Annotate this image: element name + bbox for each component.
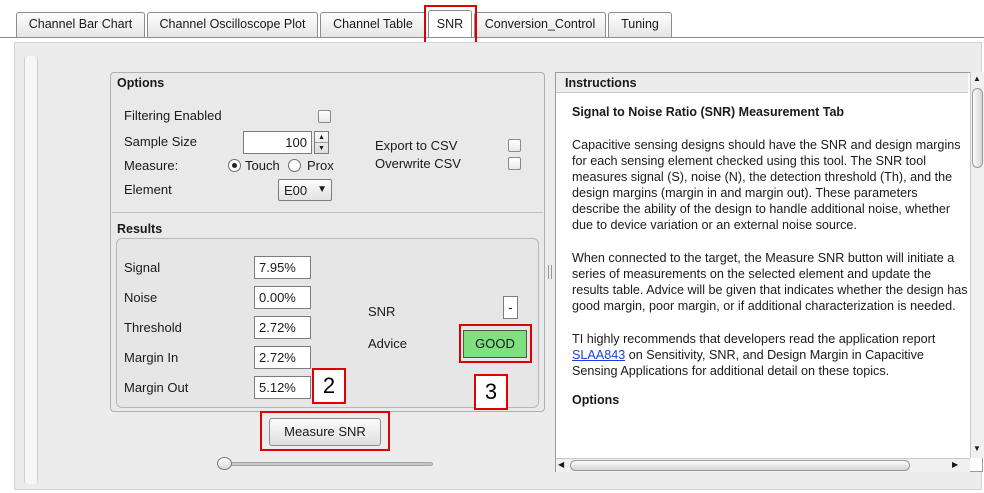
snr-value: - <box>503 296 518 319</box>
threshold-value: 2.72% <box>254 316 311 339</box>
measure-touch-radio[interactable] <box>228 159 241 172</box>
tab-conversion-control[interactable]: Conversion_Control <box>474 12 606 37</box>
instructions-options-heading: Options <box>572 393 620 407</box>
callout-box-measure <box>260 411 390 451</box>
export-csv-checkbox[interactable] <box>508 139 521 152</box>
instructions-header: Instructions <box>556 73 968 93</box>
instructions-content: Signal to Noise Ratio (SNR) Measurement … <box>572 105 968 407</box>
instructions-horizontal-scrollbar[interactable]: ◀ ▶ <box>556 458 970 472</box>
scroll-down-icon[interactable]: ▼ <box>973 444 981 453</box>
spinner-up-icon[interactable]: ▲ <box>315 132 328 143</box>
tab-channel-bar-chart[interactable]: Channel Bar Chart <box>16 12 145 37</box>
measure-prox-radio[interactable] <box>288 159 301 172</box>
margin-in-value: 2.72% <box>254 346 311 369</box>
chevron-down-icon: ▼ <box>317 184 327 195</box>
splitter-grip-icon <box>548 265 552 279</box>
sample-size-label: Sample Size <box>124 134 197 149</box>
advice-label: Advice <box>368 336 408 351</box>
options-results-divider <box>112 212 543 213</box>
left-splitter[interactable] <box>24 56 38 484</box>
slider-thumb[interactable] <box>217 457 232 470</box>
callout-box-snr-tab <box>424 5 477 45</box>
instructions-title: Instructions <box>565 76 637 90</box>
overwrite-csv-label: Overwrite CSV <box>375 156 461 171</box>
noise-value: 0.00% <box>254 286 311 309</box>
callout-number-2: 2 <box>312 368 346 404</box>
measure-touch-label: Touch <box>245 158 280 173</box>
spinner-down-icon[interactable]: ▼ <box>315 143 328 154</box>
signal-label: Signal <box>124 260 161 275</box>
margin-out-label: Margin Out <box>124 380 189 395</box>
sample-size-spinner[interactable]: ▲ ▼ <box>314 131 329 154</box>
tab-bar: Channel Bar Chart Channel Oscilloscope P… <box>0 0 984 40</box>
callout-number-3: 3 <box>474 374 508 410</box>
scroll-up-icon[interactable]: ▲ <box>973 74 981 83</box>
filtering-enabled-checkbox[interactable] <box>318 110 331 123</box>
options-title: Options <box>117 76 165 90</box>
instructions-panel: Instructions Signal to Noise Ratio (SNR)… <box>555 72 983 472</box>
scroll-left-icon[interactable]: ◀ <box>558 460 564 469</box>
instructions-paragraph-3-intro: TI highly recommends that developers rea… <box>572 332 936 346</box>
instructions-vertical-scrollbar[interactable]: ▲ ▼ <box>970 72 984 458</box>
element-dropdown[interactable]: E00 ▼ <box>278 179 332 201</box>
instructions-paragraph-3-rest: on Sensitivity, SNR, and Design Margin i… <box>572 348 924 378</box>
horizontal-scroll-thumb[interactable] <box>570 460 910 471</box>
margin-out-value: 5.12% <box>254 376 311 399</box>
instructions-paragraph-2: When connected to the target, the Measur… <box>572 251 968 313</box>
results-title: Results <box>117 222 163 236</box>
tab-divider <box>0 37 984 38</box>
slaa843-link[interactable]: SLAA843 <box>572 348 625 362</box>
export-csv-label: Export to CSV <box>375 138 458 153</box>
margin-in-label: Margin In <box>124 350 179 365</box>
sample-size-input[interactable]: 100 <box>243 131 312 154</box>
callout-box-advice <box>459 324 532 363</box>
measure-label: Measure: <box>124 158 179 173</box>
filtering-enabled-label: Filtering Enabled <box>124 108 222 123</box>
vertical-scroll-thumb[interactable] <box>972 88 983 168</box>
threshold-label: Threshold <box>124 320 182 335</box>
pane-splitter[interactable] <box>547 72 553 472</box>
measure-prox-label: Prox <box>307 158 334 173</box>
scroll-right-icon[interactable]: ▶ <box>952 460 958 469</box>
slider-track[interactable] <box>220 462 433 466</box>
instructions-paragraph-1: Capacitive sensing designs should have t… <box>572 138 961 232</box>
tab-channel-table[interactable]: Channel Table <box>320 12 426 37</box>
tab-tuning[interactable]: Tuning <box>608 12 672 37</box>
element-dropdown-value: E00 <box>284 183 308 198</box>
instructions-heading: Signal to Noise Ratio (SNR) Measurement … <box>572 105 845 119</box>
snr-label: SNR <box>368 304 396 319</box>
overwrite-csv-checkbox[interactable] <box>508 157 521 170</box>
tab-channel-oscilloscope-plot[interactable]: Channel Oscilloscope Plot <box>147 12 318 37</box>
element-label: Element <box>124 182 172 197</box>
instructions-paragraph-3: TI highly recommends that developers rea… <box>572 331 968 379</box>
signal-value: 7.95% <box>254 256 311 279</box>
noise-label: Noise <box>124 290 158 305</box>
